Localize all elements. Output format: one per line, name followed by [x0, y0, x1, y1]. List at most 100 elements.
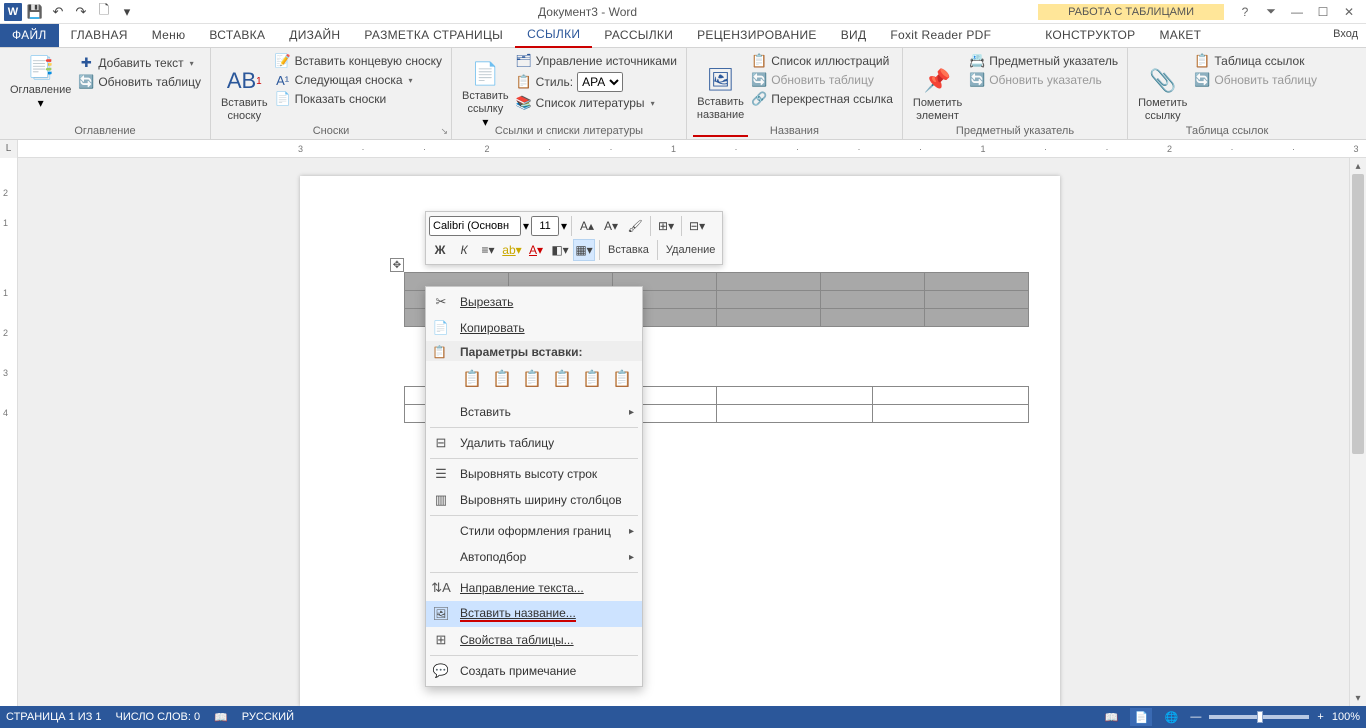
scroll-down-icon[interactable]: ▾	[1350, 690, 1366, 706]
update-captions-button[interactable]: 🔄Обновить таблицу	[748, 71, 896, 89]
tab-review[interactable]: РЕЦЕНЗИРОВАНИЕ	[685, 24, 829, 47]
horizontal-ruler[interactable]: L 3 · · 2 · · 1 · · · · 1 · · 2 · · 3 · …	[0, 140, 1366, 158]
vertical-scrollbar[interactable]: ▴ ▾	[1349, 158, 1366, 706]
zoom-out-button[interactable]: —	[1190, 711, 1201, 723]
ctx-cut[interactable]: ✂Вырезать	[426, 289, 642, 315]
read-mode-button[interactable]: 📖	[1100, 708, 1122, 726]
table-properties-icon: ⊞	[432, 631, 450, 649]
tab-foxit[interactable]: Foxit Reader PDF	[878, 24, 1003, 47]
highlight-button[interactable]: ab▾	[501, 239, 523, 261]
paste-merge-button[interactable]: 📋	[490, 365, 514, 393]
grow-font-button[interactable]: A▴	[576, 215, 598, 237]
ctx-delete-table[interactable]: ⊟Удалить таблицу	[426, 430, 642, 456]
insert-endnote-button[interactable]: 📝Вставить концевую сноску	[272, 52, 445, 70]
add-text-button[interactable]: ✚Добавить текст▾	[75, 54, 204, 72]
tab-insert[interactable]: ВСТАВКА	[197, 24, 277, 47]
ctx-table-properties[interactable]: ⊞Свойства таблицы...	[426, 627, 642, 653]
citation-style-select[interactable]: APA	[577, 72, 623, 92]
dialog-launcher-icon[interactable]: ↘	[440, 126, 448, 137]
paste-nest-button[interactable]: 📋	[580, 365, 604, 393]
shrink-font-button[interactable]: A▾	[600, 215, 622, 237]
tab-references[interactable]: ССЫЛКИ	[515, 23, 592, 48]
ctx-copy[interactable]: 📄Копировать	[426, 315, 642, 341]
update-toc-button[interactable]: 🔄Обновить таблицу	[75, 73, 204, 91]
align-button[interactable]: ≡▾	[477, 239, 499, 261]
delete-table-button[interactable]: ⊟▾	[686, 215, 708, 237]
ctx-distribute-cols[interactable]: ▥Выровнять ширину столбцов	[426, 487, 642, 513]
next-footnote-button[interactable]: A¹Следующая сноска▾	[272, 71, 445, 89]
minimize-button[interactable]: —	[1286, 3, 1308, 21]
font-color-button[interactable]: A▾	[525, 239, 547, 261]
ribbon: 📑 Оглавление ▾ ✚Добавить текст▾ 🔄Обновит…	[0, 48, 1366, 140]
tab-home[interactable]: ГЛАВНАЯ	[59, 24, 140, 47]
page-status[interactable]: СТРАНИЦА 1 ИЗ 1	[6, 711, 102, 723]
scroll-up-icon[interactable]: ▴	[1350, 158, 1366, 174]
mark-entry-icon: 📌	[922, 65, 954, 97]
font-size-combo[interactable]	[531, 216, 559, 236]
tab-menu[interactable]: Меню	[140, 24, 198, 47]
toc-button[interactable]: 📑 Оглавление ▾	[6, 50, 75, 112]
bold-button[interactable]: Ж	[429, 239, 451, 261]
bibliography-button[interactable]: 📚Список литературы▾	[513, 94, 680, 112]
ctx-text-direction[interactable]: ⇅AНаправление текста...	[426, 575, 642, 601]
format-painter-button[interactable]: 🖌	[624, 215, 646, 237]
word-count[interactable]: ЧИСЛО СЛОВ: 0	[116, 711, 201, 723]
redo-button[interactable]: ↷	[71, 2, 91, 22]
tab-table-layout[interactable]: МАКЕТ	[1147, 24, 1213, 47]
close-button[interactable]: ✕	[1338, 3, 1360, 21]
tab-file[interactable]: ФАЙЛ	[0, 24, 59, 47]
manage-sources-button[interactable]: 🗂Управление источниками	[513, 52, 680, 70]
table-move-handle-icon[interactable]: ✥	[390, 258, 404, 272]
zoom-level[interactable]: 100%	[1332, 711, 1360, 723]
refresh-icon: 🔄	[969, 72, 985, 88]
ctx-insert-caption[interactable]: 🖼Вставить название...	[426, 601, 642, 627]
font-combo[interactable]	[429, 216, 521, 236]
cross-reference-button[interactable]: 🔗Перекрестная ссылка	[748, 90, 896, 108]
chevron-down-icon[interactable]: ▾	[561, 219, 567, 233]
language-status[interactable]: РУССКИЙ	[242, 711, 294, 723]
undo-button[interactable]: ↶	[48, 2, 68, 22]
distribute-rows-icon: ☰	[432, 465, 450, 483]
context-menu: ✂Вырезать 📄Копировать 📋Параметры вставки…	[425, 286, 643, 687]
paste-link-button[interactable]: 📋	[550, 365, 574, 393]
ribbon-options-button[interactable]: ⏷	[1260, 3, 1282, 21]
ctx-autofit[interactable]: Автоподбор▸	[426, 544, 642, 570]
insert-table-button[interactable]: ⊞▾	[655, 215, 677, 237]
spellcheck-icon[interactable]: 📖	[214, 711, 228, 724]
tab-mailings[interactable]: РАССЫЛКИ	[592, 24, 685, 47]
ctx-new-comment[interactable]: 💬Создать примечание	[426, 658, 642, 684]
group-toa: 📎 Пометить ссылку 📋Таблица ссылок 🔄Обнов…	[1128, 48, 1326, 139]
vertical-ruler[interactable]: 21 12 34	[0, 158, 18, 706]
paste-keep-source-button[interactable]: 📋	[460, 365, 484, 393]
paste-text-only-button[interactable]: 📋	[610, 365, 634, 393]
shading-button[interactable]: ◧▾	[549, 239, 571, 261]
print-layout-button[interactable]: 📄	[1130, 708, 1152, 726]
save-button[interactable]: 💾	[25, 2, 45, 22]
ctx-insert[interactable]: Вставить▸	[426, 399, 642, 425]
tab-design[interactable]: ДИЗАЙН	[277, 24, 352, 47]
borders-button[interactable]: ▦▾	[573, 239, 595, 261]
help-button[interactable]: ?	[1234, 3, 1256, 21]
tab-page-layout[interactable]: РАЗМЕТКА СТРАНИЦЫ	[352, 24, 515, 47]
table-of-figures-button[interactable]: 📋Список иллюстраций	[748, 52, 896, 70]
scrollbar-thumb[interactable]	[1352, 174, 1364, 454]
ctx-border-styles[interactable]: Стили оформления границ▸	[426, 518, 642, 544]
insert-index-button[interactable]: 📇Предметный указатель	[966, 52, 1121, 70]
update-toa-button[interactable]: 🔄Обновить таблицу	[1191, 71, 1320, 89]
new-doc-button[interactable]: 🗋	[94, 2, 114, 22]
paste-picture-button[interactable]: 📋	[520, 365, 544, 393]
ctx-distribute-rows[interactable]: ☰Выровнять высоту строк	[426, 461, 642, 487]
zoom-slider[interactable]	[1209, 715, 1309, 719]
update-index-button[interactable]: 🔄Обновить указатель	[966, 71, 1121, 89]
italic-button[interactable]: К	[453, 239, 475, 261]
sign-in-link[interactable]: Вход	[1333, 28, 1358, 40]
maximize-button[interactable]: ☐	[1312, 3, 1334, 21]
tab-view[interactable]: ВИД	[829, 24, 879, 47]
chevron-down-icon[interactable]: ▾	[523, 219, 529, 233]
web-layout-button[interactable]: 🌐	[1160, 708, 1182, 726]
insert-toa-button[interactable]: 📋Таблица ссылок	[1191, 52, 1320, 70]
tab-table-design[interactable]: КОНСТРУКТОР	[1033, 24, 1147, 47]
qat-customize-icon[interactable]: ▾	[117, 2, 137, 22]
zoom-in-button[interactable]: +	[1317, 711, 1323, 723]
show-footnotes-button[interactable]: 📄Показать сноски	[272, 90, 445, 108]
